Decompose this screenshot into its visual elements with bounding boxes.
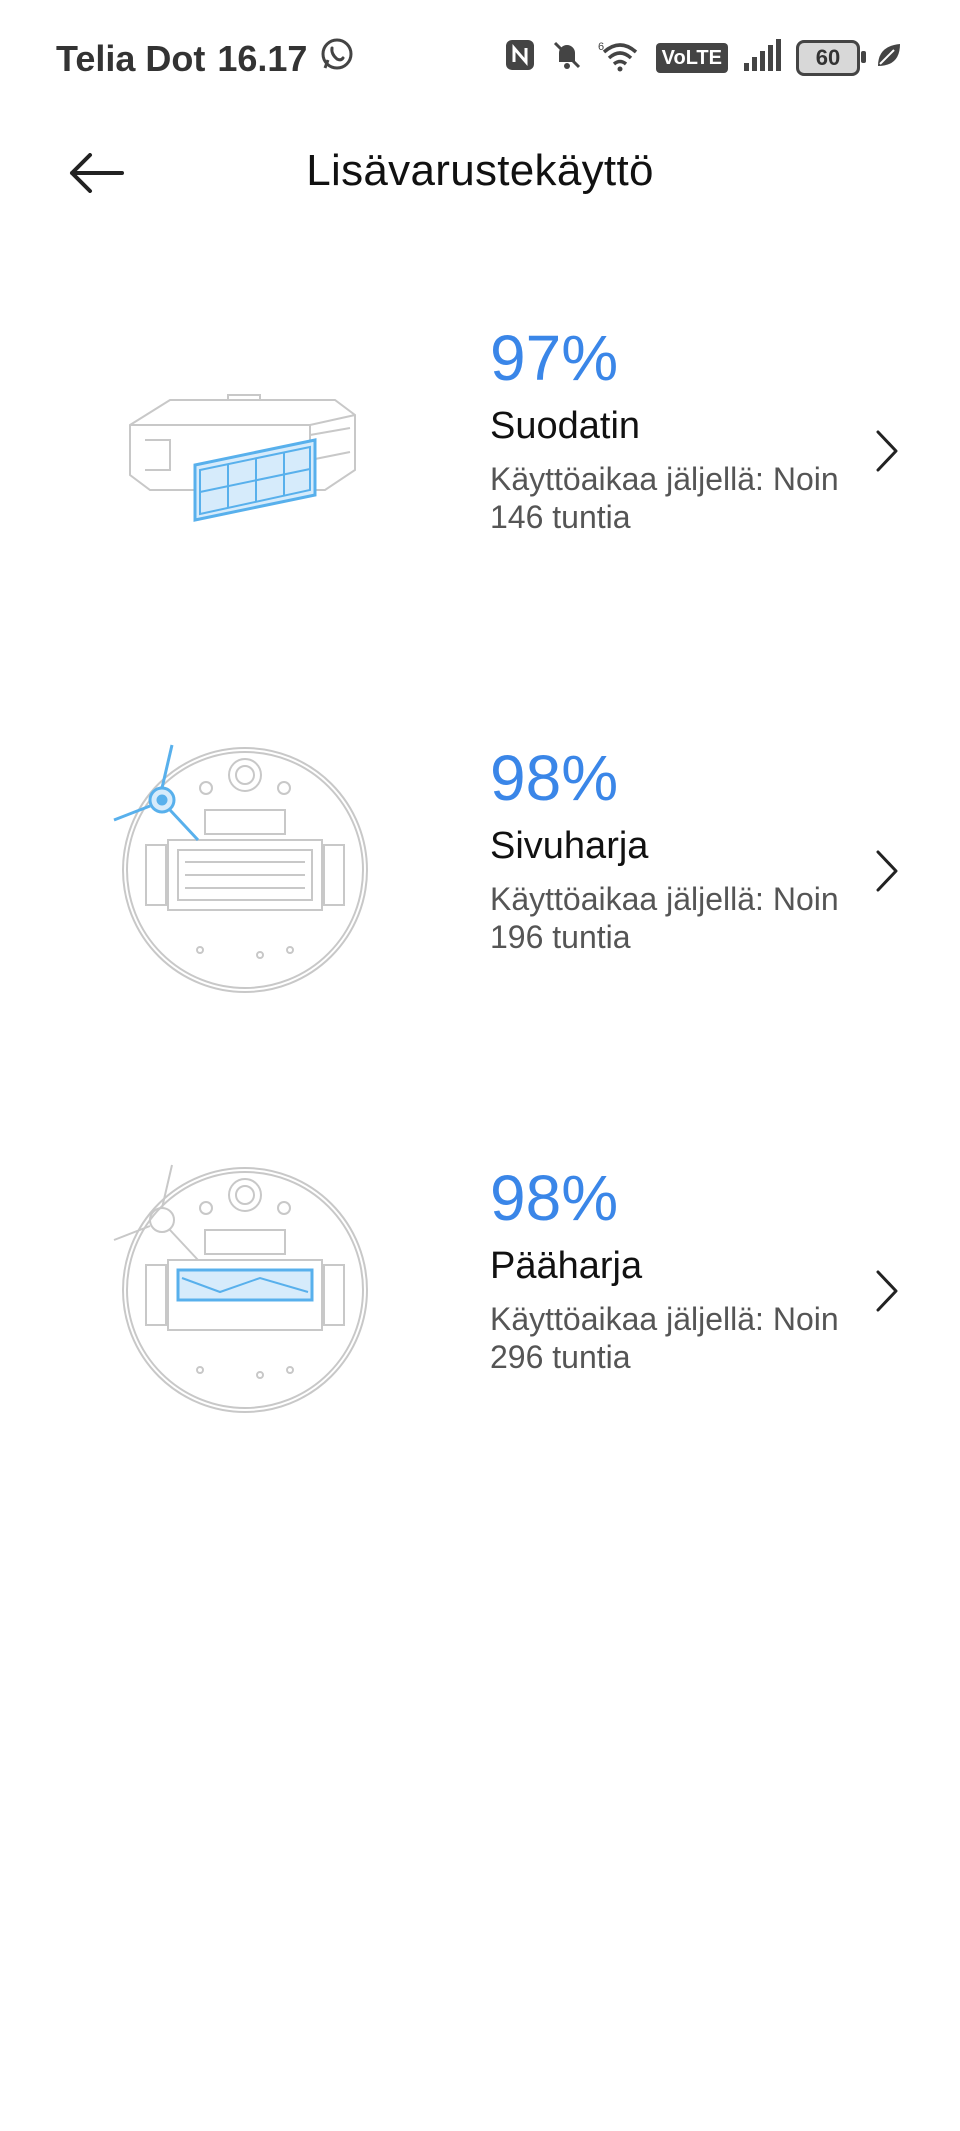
- accessory-percent: 97%: [490, 322, 619, 394]
- accessory-item-main-brush[interactable]: 98% Pääharja Käyttöaikaa jäljellä: Noin …: [0, 1140, 960, 1460]
- status-bar: Telia Dot 16.17 6 VoLTE 60: [0, 0, 960, 120]
- accessory-item-filter[interactable]: 97% Suodatin Käyttöaikaa jäljellä: Noin …: [0, 300, 960, 620]
- bell-muted-icon: [550, 38, 584, 77]
- page-title: Lisävarustekäyttö: [306, 146, 654, 195]
- chevron-right-icon: [872, 1266, 902, 1316]
- leaf-icon: [874, 40, 904, 75]
- battery-icon: 60: [796, 39, 866, 76]
- remaining-label: Käyttöaikaa jäljellä: Noin: [490, 461, 839, 497]
- app-bar: Lisävarustekäyttö: [0, 120, 960, 230]
- chevron-right-icon: [872, 426, 902, 476]
- signal-icon: [742, 39, 782, 76]
- accessory-name: Suodatin: [490, 405, 641, 447]
- accessory-text: 98% Sivuharja Käyttöaikaa jäljellä: Noin…: [490, 740, 870, 956]
- accessory-remaining: Käyttöaikaa jäljellä: Noin 296 tuntia: [490, 1300, 880, 1376]
- accessory-remaining: Käyttöaikaa jäljellä: Noin 146 tuntia: [490, 460, 880, 536]
- status-left: Telia Dot 16.17: [56, 36, 355, 81]
- accessory-item-side-brush[interactable]: 98% Sivuharja Käyttöaikaa jäljellä: Noin…: [0, 720, 960, 1040]
- accessory-name: Pääharja: [490, 1245, 643, 1287]
- accessory-text: 98% Pääharja Käyttöaikaa jäljellä: Noin …: [490, 1160, 870, 1376]
- remaining-label: Käyttöaikaa jäljellä: Noin: [490, 881, 839, 917]
- whatsapp-icon: [319, 36, 355, 81]
- chevron-right-icon: [872, 846, 902, 896]
- status-right: 6 VoLTE 60: [504, 38, 904, 77]
- wifi-icon: 6: [598, 38, 642, 77]
- filter-illustration: [110, 320, 380, 580]
- svg-text:6: 6: [598, 41, 604, 53]
- accessory-percent: 98%: [490, 1162, 619, 1234]
- accessory-text: 97% Suodatin Käyttöaikaa jäljellä: Noin …: [490, 320, 870, 536]
- remaining-value: 146 tuntia: [490, 499, 631, 535]
- accessory-name: Sivuharja: [490, 825, 649, 867]
- remaining-value: 296 tuntia: [490, 1339, 631, 1375]
- nfc-icon: [504, 38, 536, 77]
- volte-badge: VoLTE: [655, 42, 728, 73]
- carrier-name: Telia Dot: [56, 37, 206, 79]
- main-brush-illustration: [110, 1160, 380, 1420]
- accessory-percent: 98%: [490, 742, 619, 814]
- side-brush-illustration: [110, 740, 380, 1000]
- remaining-value: 196 tuntia: [490, 919, 631, 955]
- accessory-remaining: Käyttöaikaa jäljellä: Noin 196 tuntia: [490, 880, 880, 956]
- remaining-label: Käyttöaikaa jäljellä: Noin: [490, 1301, 839, 1337]
- clock: 16.17: [217, 37, 308, 79]
